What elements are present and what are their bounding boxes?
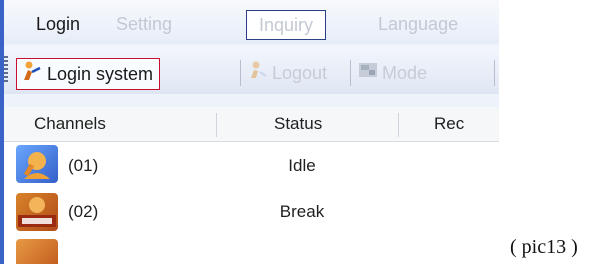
menu-language[interactable]: Language	[378, 10, 458, 38]
menu-login[interactable]: Login	[36, 10, 80, 38]
menu-setting[interactable]: Setting	[116, 10, 172, 38]
mode-button[interactable]: Mode	[358, 58, 427, 88]
logout-button[interactable]: Logout	[248, 58, 327, 88]
logout-icon	[248, 59, 268, 89]
call-center-window: Login Setting Inquiry Language Login sys…	[0, 0, 499, 264]
login-system-button[interactable]: Login system	[16, 58, 161, 91]
mode-label: Mode	[382, 63, 428, 83]
menu-bar: Login Setting Inquiry Language	[4, 0, 499, 44]
column-divider[interactable]	[398, 113, 399, 137]
agent-avatar-icon	[16, 239, 58, 264]
toolbar-separator	[494, 60, 495, 86]
channel-cell: (02)	[68, 202, 99, 221]
status-cell: Idle	[288, 156, 316, 175]
toolbar: Login system Logout Mode	[4, 46, 499, 94]
column-divider[interactable]	[216, 113, 217, 137]
column-header-channels[interactable]: Channels	[34, 107, 106, 141]
toolbar-grip[interactable]	[4, 56, 8, 84]
no-line-avatar-icon	[16, 193, 58, 231]
mode-icon	[358, 59, 378, 89]
channel-cell: (01)	[68, 156, 99, 175]
table-row[interactable]: (01) Idle	[4, 143, 499, 189]
toolbar-separator	[350, 60, 351, 86]
logout-label: Logout	[272, 63, 328, 83]
figure-caption: ( pic13 )	[510, 236, 578, 258]
status-cell: Break	[279, 202, 325, 221]
column-header-rec[interactable]: Rec	[434, 107, 464, 141]
channels-grid: Channels Status Rec (01) Idle (02) Break	[4, 107, 499, 264]
menu-inquiry[interactable]: Inquiry	[246, 10, 327, 40]
agent-avatar-icon	[16, 145, 58, 183]
grid-header: Channels Status Rec	[4, 107, 499, 142]
agent-login-icon	[21, 60, 43, 91]
table-row[interactable]: (02) Break	[4, 189, 499, 235]
toolbar-separator	[240, 60, 241, 86]
column-header-status[interactable]: Status	[274, 107, 322, 141]
login-system-label: Login system	[47, 64, 154, 84]
